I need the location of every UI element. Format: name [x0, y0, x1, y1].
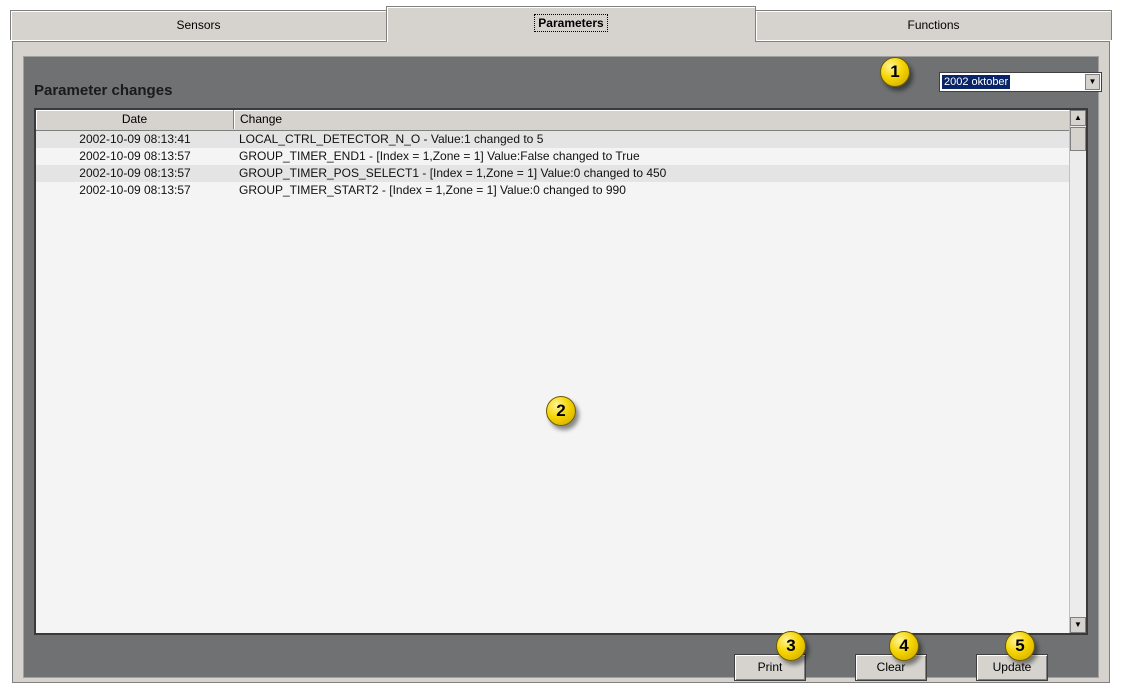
arrow-down-icon[interactable]: ▼	[1070, 617, 1086, 633]
list-rows: 2002-10-09 08:13:41 LOCAL_CTRL_DETECTOR_…	[36, 131, 1072, 199]
row-change: GROUP_TIMER_END1 - [Index = 1,Zone = 1] …	[239, 149, 640, 163]
list-item[interactable]: 2002-10-09 08:13:41 LOCAL_CTRL_DETECTOR_…	[36, 131, 1072, 148]
row-change: LOCAL_CTRL_DETECTOR_N_O - Value:1 change…	[239, 132, 544, 146]
parameter-changes-group: Parameter changes 2002 oktober ▼ Date Ch…	[23, 56, 1102, 681]
list-item[interactable]: 2002-10-09 08:13:57 GROUP_TIMER_POS_SELE…	[36, 165, 1072, 182]
list-item[interactable]: 2002-10-09 08:13:57 GROUP_TIMER_START2 -…	[36, 182, 1072, 199]
tab-sensors[interactable]: Sensors	[10, 10, 387, 40]
callout-marker-1: 1	[880, 57, 910, 87]
parameters-panel: Parameter changes 2002 oktober ▼ Date Ch…	[12, 41, 1110, 683]
row-date: 2002-10-09 08:13:41	[79, 132, 191, 146]
row-change: GROUP_TIMER_START2 - [Index = 1,Zone = 1…	[239, 183, 626, 197]
clear-button[interactable]: Clear	[855, 654, 927, 681]
changes-list[interactable]: Date Change 2002-10-09 08:13:41 LOCAL_CT…	[34, 108, 1088, 635]
arrow-up-icon[interactable]: ▲	[1070, 110, 1086, 126]
period-select[interactable]: 2002 oktober ▼	[939, 72, 1102, 92]
tab-parameters-label: Parameters	[534, 14, 608, 32]
tab-sensors-label: Sensors	[176, 18, 221, 32]
tab-parameters[interactable]: Parameters	[386, 6, 756, 42]
callout-marker-2: 2	[546, 396, 576, 426]
scroll-thumb[interactable]	[1070, 127, 1086, 151]
column-header-date[interactable]: Date	[36, 110, 234, 129]
row-date: 2002-10-09 08:13:57	[79, 183, 191, 197]
chevron-down-icon[interactable]: ▼	[1085, 74, 1100, 90]
callout-marker-5: 5	[1005, 631, 1035, 661]
tab-bar: Sensors Parameters Functions	[0, 0, 1121, 42]
vertical-scrollbar[interactable]: ▲ ▼	[1069, 110, 1086, 633]
column-header-change[interactable]: Change	[234, 110, 1072, 129]
callout-marker-3: 3	[776, 631, 806, 661]
period-select-value: 2002 oktober	[942, 75, 1011, 89]
section-title: Parameter changes	[34, 82, 173, 99]
callout-marker-4: 4	[889, 631, 919, 661]
row-change: GROUP_TIMER_POS_SELECT1 - [Index = 1,Zon…	[239, 166, 667, 180]
row-date: 2002-10-09 08:13:57	[79, 166, 191, 180]
tab-functions[interactable]: Functions	[755, 10, 1112, 40]
tab-functions-label: Functions	[907, 18, 960, 32]
row-date: 2002-10-09 08:13:57	[79, 149, 191, 163]
list-item[interactable]: 2002-10-09 08:13:57 GROUP_TIMER_END1 - […	[36, 148, 1072, 165]
list-header: Date Change	[36, 110, 1072, 131]
